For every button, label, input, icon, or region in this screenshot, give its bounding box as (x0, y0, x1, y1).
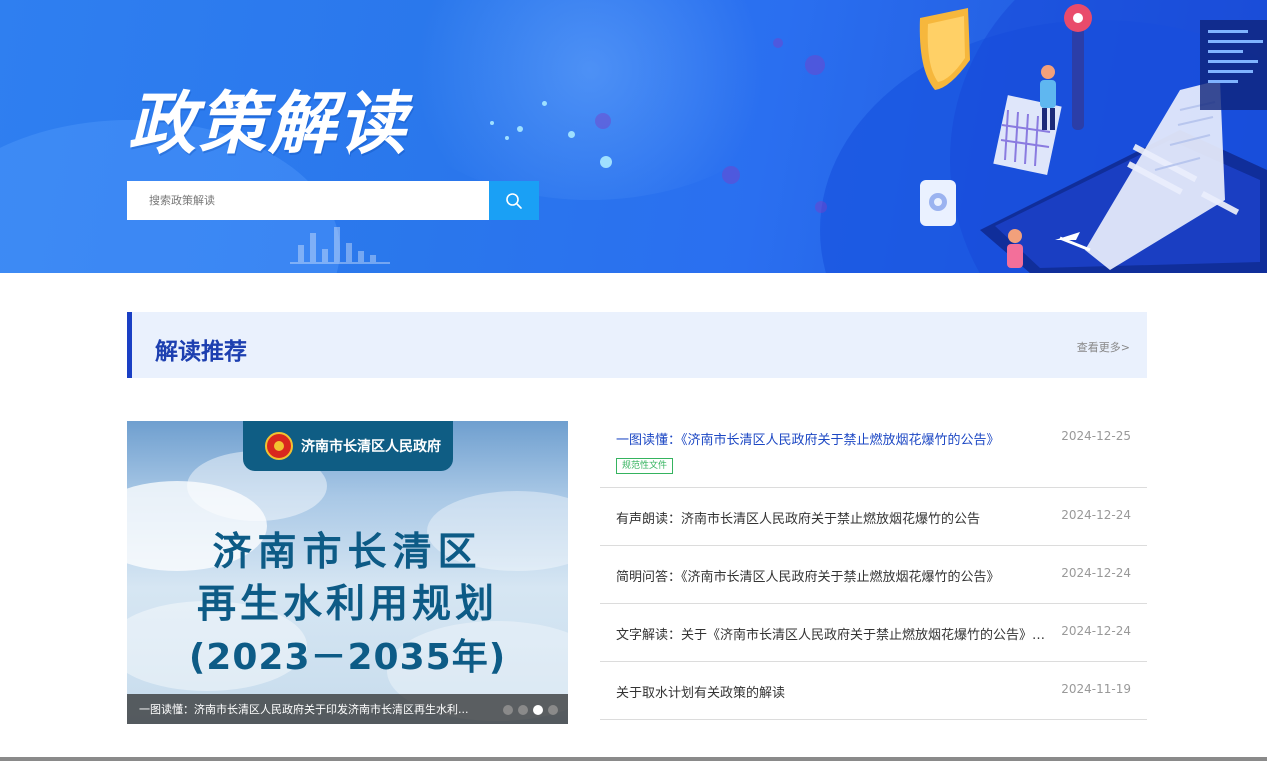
decor-dot (600, 156, 612, 168)
list-item[interactable]: 关于取水计划有关政策的解读 2024-11-19 (600, 662, 1147, 720)
decor-dot (595, 113, 611, 129)
decor-dot (490, 121, 494, 125)
search-button[interactable] (489, 181, 539, 220)
carousel-caption[interactable]: 一图读懂：济南市长清区人民政府关于印发济南市长清区再生水利... (139, 701, 479, 717)
decor-dot (505, 136, 509, 140)
section-title: 解读推荐 (155, 339, 247, 365)
news-title[interactable]: 有声朗读：济南市长清区人民政府关于禁止燃放烟花爆竹的公告 (616, 508, 1046, 527)
news-date: 2024-12-24 (1061, 566, 1131, 580)
poster-headline-1: 济南市长清区 (212, 530, 483, 575)
decor-dot (517, 126, 523, 132)
carousel-caption-bar[interactable]: 一图读懂：济南市长清区人民政府关于印发济南市长清区再生水利... (127, 694, 568, 724)
decor-dot (722, 166, 740, 184)
decor-dot (542, 101, 547, 106)
list-item[interactable]: 文字解读：关于《济南市长清区人民政府关于禁止燃放烟花爆竹的公告》的... 202… (600, 604, 1147, 662)
carousel-dot[interactable] (548, 705, 558, 715)
carousel-dot[interactable] (503, 705, 513, 715)
news-date: 2024-11-19 (1061, 682, 1131, 696)
decor-dot (805, 55, 825, 75)
issuer-name: 济南市长清区人民政府 (301, 439, 441, 455)
featured-carousel[interactable]: 济南市长清区人民政府 济南市长清区 再生水利用规划 (2023－2035年) 一… (127, 421, 568, 724)
news-list: 一图读懂：《济南市长清区人民政府关于禁止燃放烟花爆竹的公告》 2024-12-2… (600, 410, 1147, 720)
issuer-banner: 济南市长清区人民政府 (243, 421, 453, 471)
view-more-link[interactable]: 查看更多> (1077, 339, 1130, 355)
list-item[interactable]: 简明问答：《济南市长清区人民政府关于禁止燃放烟花爆竹的公告》 2024-12-2… (600, 546, 1147, 604)
hero-banner: 政策解读 (0, 0, 1267, 273)
search-icon (506, 192, 522, 209)
laptop-illustration (919, 0, 1267, 273)
banner-title: 政策解读 (128, 85, 409, 164)
news-title[interactable]: 一图读懂：《济南市长清区人民政府关于禁止燃放烟花爆竹的公告》 (616, 429, 1046, 448)
news-date: 2024-12-25 (1061, 429, 1131, 443)
section-header: 解读推荐 查看更多> (127, 312, 1147, 378)
news-date: 2024-12-24 (1061, 508, 1131, 522)
bar-chart-icon (290, 227, 390, 264)
news-title[interactable]: 文字解读：关于《济南市长清区人民政府关于禁止燃放烟花爆竹的公告》的... (616, 624, 1046, 643)
carousel-dot[interactable] (518, 705, 528, 715)
carousel-indicators (503, 705, 558, 715)
decor-dot (773, 38, 783, 48)
news-date: 2024-12-24 (1061, 624, 1131, 638)
list-item[interactable]: 一图读懂：《济南市长清区人民政府关于禁止燃放烟花爆竹的公告》 2024-12-2… (600, 410, 1147, 488)
news-title[interactable]: 简明问答：《济南市长清区人民政府关于禁止燃放烟花爆竹的公告》 (616, 566, 1046, 585)
poster-headline-2: 再生水利用规划 (196, 582, 498, 627)
news-title[interactable]: 关于取水计划有关政策的解读 (616, 682, 1046, 701)
footer-divider (0, 757, 1267, 761)
national-emblem-icon (265, 432, 293, 460)
poster-headline-3: (2023－2035年) (188, 637, 507, 678)
decor-dot (568, 131, 575, 138)
decor-dot (815, 201, 827, 213)
carousel-dot-active[interactable] (533, 705, 543, 715)
search-input[interactable] (127, 181, 489, 220)
list-item[interactable]: 有声朗读：济南市长清区人民政府关于禁止燃放烟花爆竹的公告 2024-12-24 (600, 488, 1147, 546)
category-tag: 规范性文件 (616, 458, 674, 474)
